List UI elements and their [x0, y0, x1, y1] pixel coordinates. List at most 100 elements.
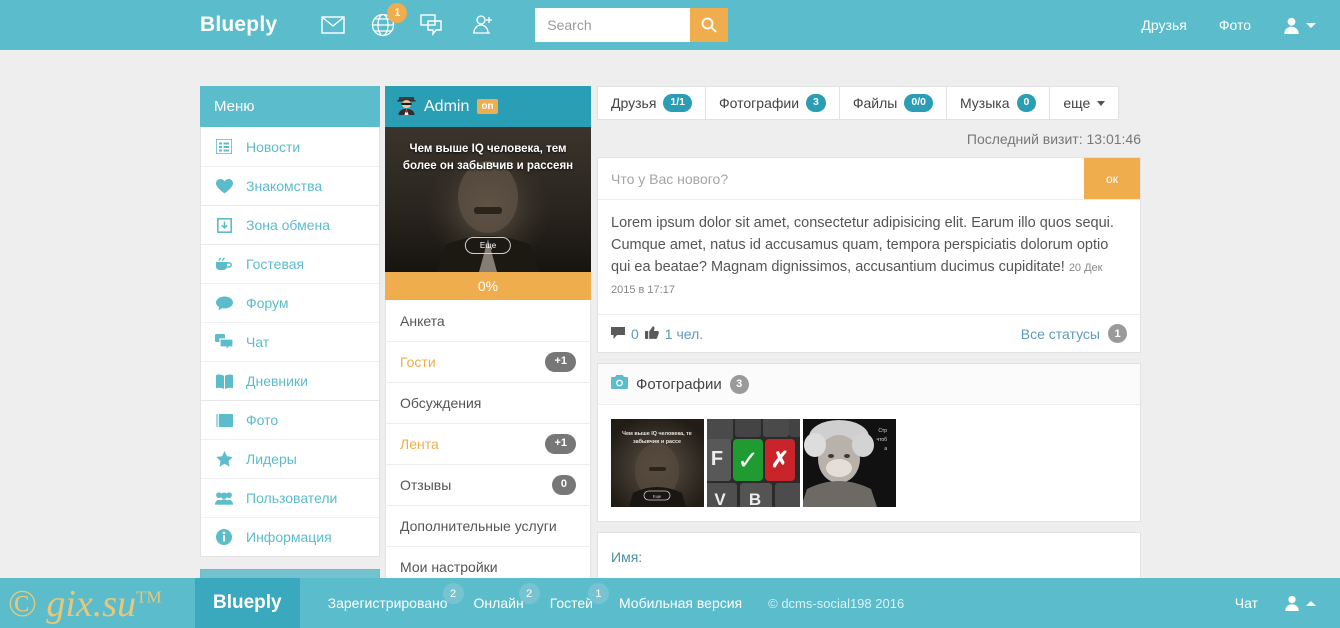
sidebar-item-users[interactable]: Пользователи	[201, 478, 379, 517]
footer-brand[interactable]: Blueply	[195, 578, 300, 628]
sidebar-item-dating[interactable]: Знакомства	[201, 166, 379, 205]
sidebar-item-news[interactable]: Новости	[201, 127, 379, 166]
profile-row-label: Мои настройки	[400, 559, 498, 575]
likes-text: 1 чел.	[664, 325, 704, 342]
profile-row-guests[interactable]: Гости +1	[386, 341, 590, 382]
sidebar-item-label: Чат	[246, 334, 270, 350]
top-icon-group: 1	[319, 3, 497, 39]
photos-header: Фотографии 3	[598, 364, 1140, 406]
svg-text:забывчив и рассе: забывчив и рассе	[633, 438, 681, 445]
heart-icon	[215, 178, 233, 194]
profile-row-discussions[interactable]: Обсуждения	[386, 382, 590, 423]
sidebar-item-leaders[interactable]: Лидеры	[201, 439, 379, 478]
status-ok-button[interactable]: ок	[1084, 158, 1140, 199]
spy-avatar-svg	[397, 96, 416, 115]
photos-title: Фотографии	[636, 375, 722, 393]
coffee-icon	[215, 257, 233, 271]
sidebar-item-label: Знакомства	[246, 178, 323, 194]
nav-link-friends[interactable]: Друзья	[1141, 17, 1186, 33]
status-form: ок	[598, 158, 1140, 199]
footer-item-mobile-version[interactable]: Мобильная версия	[619, 595, 742, 611]
profile-row-anketa[interactable]: Анкета	[386, 300, 590, 341]
svg-text:a: a	[884, 446, 887, 452]
profile-row-label: Гости	[400, 354, 436, 370]
search-box	[535, 8, 729, 42]
tab-badge: 0/0	[904, 94, 933, 112]
photo-thumb-quote-einstein[interactable]: Чем выше IQ человека, те забывчив и расс…	[611, 419, 704, 508]
search-input[interactable]	[535, 8, 691, 42]
nav-link-photos[interactable]: Фото	[1219, 17, 1251, 33]
page-footer: Blueply Зарегистрировано 2 Онлайн 2 Гост…	[0, 578, 1340, 628]
star-icon	[215, 451, 233, 467]
sidebar-item-guestbook[interactable]: Гостевая	[201, 244, 379, 283]
profile-row-extra-services[interactable]: Дополнительные услуги	[386, 505, 590, 546]
user-menu-button[interactable]	[1283, 17, 1316, 34]
globe-icon[interactable]: 1	[369, 3, 408, 39]
photo-thumb-keyboard-checkmark[interactable]: F ✓ ✗ V B	[707, 419, 800, 508]
comment-icon	[215, 296, 233, 311]
profile-header: Admin on	[385, 86, 591, 127]
sidebar-item-info[interactable]: Информация	[201, 517, 379, 556]
tab-badge: 1/1	[663, 94, 693, 112]
folder-icon	[215, 413, 233, 427]
all-statuses-link[interactable]: Все статусы 1	[1020, 324, 1127, 344]
menu-title: Меню	[200, 86, 380, 127]
tab-friends[interactable]: Друзья 1/1	[597, 86, 706, 120]
sidebar-item-photo[interactable]: Фото	[201, 400, 379, 439]
sidebar-item-chat[interactable]: Чат	[201, 322, 379, 361]
tab-label: Музыка	[959, 95, 1010, 111]
sidebar-item-forum[interactable]: Форум	[201, 283, 379, 322]
profile-row-feed[interactable]: Лента +1	[386, 423, 590, 464]
profile-row-badge: +1	[545, 434, 576, 454]
sidebar-item-label: Фото	[246, 412, 279, 428]
name-panel: Имя:	[597, 532, 1141, 585]
tab-label: еще	[1063, 95, 1091, 111]
tab-photos[interactable]: Фотографии 3	[705, 86, 839, 120]
profile-row-reviews[interactable]: Отзывы 0	[386, 464, 590, 505]
site-brand[interactable]: Blueply	[200, 13, 277, 37]
footer-item-online[interactable]: Онлайн 2	[474, 583, 540, 611]
photos-thumbnail-strip: Чем выше IQ человека, те забывчив и расс…	[598, 405, 1140, 521]
photo-thumb-einstein-portrait[interactable]: Стр чтоб a	[803, 419, 896, 508]
search-button[interactable]	[690, 8, 729, 42]
footer-item-guests[interactable]: Гостей 1	[550, 583, 609, 611]
profile-cover-photo[interactable]: Чем выше IQ человека, тем более он забыв…	[385, 127, 591, 272]
footer-copyright: © dcms-social198 2016	[768, 595, 905, 611]
top-navbar: Blueply 1 Search Друзья Фото	[0, 0, 1340, 50]
profile-name[interactable]: Admin	[424, 98, 469, 116]
status-input[interactable]	[598, 158, 1084, 199]
chevron-up-icon	[1306, 600, 1316, 606]
all-statuses-label: Все статусы	[1020, 325, 1100, 342]
footer-chat-link[interactable]: Чат	[1235, 595, 1258, 611]
page-content: Меню Новости Знакомства Зона обмена Гост…	[0, 50, 1340, 628]
book-icon	[215, 373, 233, 389]
comment-icon[interactable]	[611, 326, 625, 342]
sidebar-item-label: Зона обмена	[246, 217, 331, 233]
spy-avatar-icon	[397, 96, 416, 118]
footer-user-menu[interactable]	[1284, 595, 1316, 611]
tab-files[interactable]: Файлы 0/0	[838, 86, 946, 120]
profile-menu-list: Анкета Гости +1 Обсуждения Лента +1 Отзы…	[385, 300, 591, 588]
sidebar-item-diaries[interactable]: Дневники	[201, 361, 379, 400]
all-statuses-badge: 1	[1108, 324, 1127, 344]
footer-item-badge: 2	[442, 583, 464, 604]
cover-more-button[interactable]: Еще	[464, 237, 512, 254]
tab-more[interactable]: еще	[1049, 86, 1120, 120]
tab-badge: 3	[806, 94, 826, 112]
status-post-text: Lorem ipsum dolor sit amet, consectetur …	[611, 215, 1114, 276]
add-friend-icon[interactable]	[469, 11, 497, 39]
sidebar-item-label: Новости	[246, 138, 301, 155]
chat-icon[interactable]	[419, 11, 447, 39]
sidebar-item-exchange[interactable]: Зона обмена	[201, 205, 379, 244]
tab-music[interactable]: Музыка 0	[945, 86, 1050, 120]
thumbs-up-icon[interactable]	[644, 325, 659, 342]
app-root: Blueply 1 Search Друзья Фото Меню Новост…	[0, 0, 1340, 628]
footer-item-registered[interactable]: Зарегистрировано 2	[328, 583, 464, 611]
svg-text:Еще: Еще	[653, 494, 662, 499]
tab-badge: 0	[1016, 94, 1037, 112]
tab-label: Файлы	[852, 95, 898, 111]
sidebar-item-label: Пользователи	[246, 490, 338, 506]
svg-text:Чем выше IQ человека, те: Чем выше IQ человека, те	[622, 431, 692, 437]
mail-icon[interactable]	[319, 11, 347, 39]
list-icon	[215, 139, 233, 154]
